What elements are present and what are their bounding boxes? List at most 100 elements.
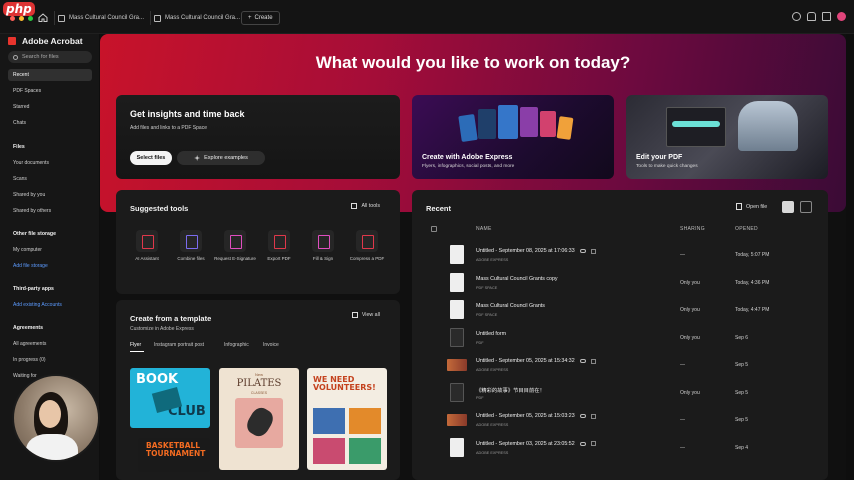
file-type: ADOBE EXPRESS	[476, 368, 509, 372]
open-file-button[interactable]: Open file	[736, 203, 767, 210]
window-controls	[10, 16, 33, 21]
create-tab-button[interactable]: + Create	[241, 11, 280, 25]
tab-invoice[interactable]: Invoice	[263, 342, 279, 348]
browser-tab-1[interactable]: Mass Cultural Council Gra...	[58, 11, 144, 25]
cloud-icon	[579, 249, 586, 253]
file-name: Untitled - September 05, 2025 at 15:34:3…	[476, 358, 575, 364]
webcam-overlay	[12, 374, 100, 462]
sidebar-item-in-progress[interactable]: In progress (0)	[13, 357, 46, 363]
brand: Adobe Acrobat	[8, 34, 83, 48]
adobe-express-card[interactable]: Create with Adobe Express Flyers, infogr…	[412, 95, 614, 179]
file-thumbnail	[450, 300, 464, 319]
sidebar-item-recent[interactable]: Recent	[8, 69, 92, 81]
apps-grid-icon[interactable]	[822, 12, 831, 21]
tab-infographic[interactable]: Infographic	[224, 342, 249, 348]
sidebar-item-your-documents[interactable]: Your documents	[13, 160, 49, 166]
home-icon[interactable]	[38, 13, 48, 22]
table-row[interactable]: Untitled - September 05, 2025 at 15:03:2…	[412, 407, 828, 434]
file-icon	[154, 14, 161, 22]
tab-flyer[interactable]: Flyer	[130, 342, 141, 348]
help-icon[interactable]	[792, 12, 801, 21]
table-row[interactable]: Mass Cultural Council Grants copy PDF SPA…	[412, 270, 828, 297]
external-link-icon	[351, 312, 358, 318]
tool-export-pdf[interactable]: Export PDF	[257, 230, 301, 262]
select-files-button[interactable]: Select files	[130, 151, 172, 165]
sidebar-item-chats[interactable]: Chats	[8, 117, 92, 129]
file-sharing: Only you	[680, 389, 700, 396]
file-thumbnail	[450, 437, 464, 457]
suggested-tools-title: Suggested tools	[130, 204, 189, 213]
tool-request-esignature[interactable]: Request E-Signature	[213, 230, 257, 262]
file-name: Untitled - September 05, 2025 at 15:03:2…	[476, 413, 575, 419]
tab-instagram-portrait[interactable]: Instagram portrait post	[154, 342, 204, 348]
sparkle-icon	[194, 155, 201, 161]
list-view-icon[interactable]	[782, 201, 794, 213]
maximize-window-icon[interactable]	[28, 16, 33, 21]
all-tools-link[interactable]: All tools	[351, 203, 380, 209]
tool-fill-sign[interactable]: Fill & Sign	[301, 230, 345, 262]
search-icon	[13, 54, 18, 60]
file-thumbnail	[450, 382, 464, 402]
sidebar-item-my-computer[interactable]: My computer	[13, 247, 42, 253]
grid-icon	[351, 203, 358, 209]
compress-icon	[356, 230, 378, 252]
minimize-window-icon[interactable]	[19, 16, 24, 21]
recent-panel: Recent Open file NAME SHARING OPENED Unt…	[412, 190, 828, 480]
browser-tab-2[interactable]: Mass Cultural Council Gra...	[154, 11, 240, 25]
table-row[interactable]: 《精彩的故事》节目目前在！ PDF Only you Sep 5	[412, 380, 828, 407]
file-type: PDF SPACE	[476, 313, 498, 317]
column-sharing[interactable]: SHARING	[680, 226, 705, 232]
pen-icon	[312, 230, 334, 252]
file-sharing: —	[680, 252, 685, 258]
sidebar-item-scans[interactable]: Scans	[13, 176, 27, 182]
template-book-club[interactable]: BOOK CLUB	[130, 368, 210, 428]
open-external-icon[interactable]	[590, 441, 596, 446]
sidebar-item-shared-by-you[interactable]: Shared by you	[13, 192, 45, 198]
file-opened: Sep 4	[735, 444, 749, 451]
template-pilates[interactable]: New PILATES CLASSES	[219, 368, 299, 470]
open-external-icon[interactable]	[590, 248, 596, 254]
cloud-icon	[579, 441, 586, 446]
template-volunteers[interactable]: WE NEED VOLUNTEERS!	[307, 368, 387, 470]
page-title: What would you like to work on today?	[315, 53, 631, 72]
php-watermark-logo: php	[3, 2, 35, 16]
search-input[interactable]: Search for files	[8, 51, 92, 63]
sidebar-item-all-agreements[interactable]: All agreements	[13, 341, 46, 347]
tool-combine-files[interactable]: Combine files	[169, 230, 213, 262]
sidebar-item-shared-by-others[interactable]: Shared by others	[13, 208, 51, 214]
plus-icon: +	[248, 15, 252, 21]
table-row[interactable]: Untitled - September 05, 2025 at 15:34:3…	[412, 352, 828, 379]
open-external-icon[interactable]	[590, 358, 596, 364]
bell-icon[interactable]	[807, 12, 816, 21]
export-icon	[268, 230, 290, 252]
column-opened[interactable]: OPENED	[735, 226, 758, 232]
add-file-storage-link[interactable]: Add file storage	[13, 263, 48, 269]
sidebar-item-pdf-spaces[interactable]: PDF Spaces	[8, 85, 92, 97]
explore-examples-button[interactable]: Explore examples	[177, 151, 265, 165]
close-window-icon[interactable]	[10, 16, 15, 21]
tool-compress-pdf[interactable]: Compress a PDF	[345, 230, 389, 262]
template-basketball[interactable]: BASKETBALL TOURNAMENT	[138, 438, 210, 472]
file-type: PDF SPACE	[476, 285, 498, 290]
acrobat-logo-icon	[8, 37, 16, 45]
select-all-checkbox[interactable]	[431, 226, 437, 232]
combine-icon	[180, 230, 202, 252]
grid-view-icon[interactable]	[800, 201, 812, 213]
sidebar-item-waiting[interactable]: Waiting for	[13, 373, 37, 379]
open-external-icon[interactable]	[590, 413, 596, 419]
column-name[interactable]: NAME	[476, 226, 492, 232]
view-all-link[interactable]: View all	[351, 312, 380, 318]
edit-pdf-card[interactable]: Edit your PDF Tools to make quick change…	[626, 95, 828, 179]
tool-ai-assistant[interactable]: AI Assistant	[125, 230, 169, 262]
file-opened: Sep 5	[735, 362, 749, 368]
table-row[interactable]: Untitled - September 03, 2025 at 23:05:5…	[412, 435, 828, 462]
file-open-icon	[736, 203, 742, 210]
table-row[interactable]: Untitled form PDF Only you Sep 6	[412, 325, 828, 352]
table-row[interactable]: Mass Cultural Council Grants PDF SPACE Onl…	[412, 297, 828, 324]
file-opened: Today, 5:07 PM	[735, 252, 770, 258]
add-accounts-link[interactable]: Add existing Accounts	[13, 302, 62, 308]
avatar[interactable]	[837, 12, 846, 21]
table-row[interactable]: Untitled - September 08, 2025 at 17:06:3…	[412, 242, 828, 269]
sidebar-item-starred[interactable]: Starred	[8, 101, 92, 113]
insights-subtitle: Add files and links to a PDF Space	[130, 125, 207, 131]
